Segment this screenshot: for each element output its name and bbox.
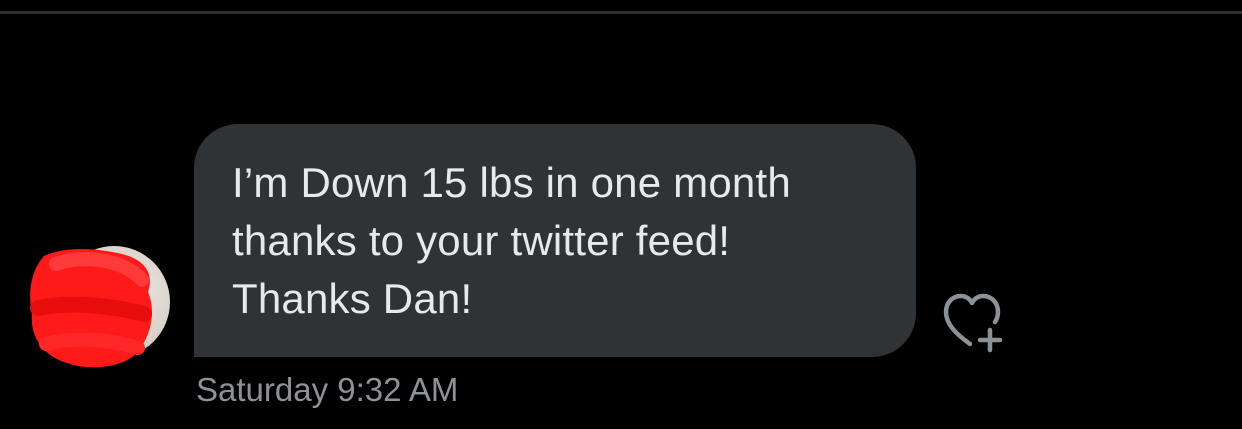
message-timestamp: Saturday 9:32 AM bbox=[196, 371, 459, 408]
sender-avatar[interactable] bbox=[26, 244, 170, 372]
avatar-redaction-scribble bbox=[30, 249, 152, 368]
react-button[interactable] bbox=[940, 290, 1012, 354]
top-divider bbox=[0, 11, 1242, 14]
heart-plus-icon bbox=[943, 293, 1003, 353]
message-text: I’m Down 15 lbs in one month thanks to y… bbox=[232, 159, 791, 322]
message-bubble[interactable]: I’m Down 15 lbs in one month thanks to y… bbox=[194, 124, 916, 357]
